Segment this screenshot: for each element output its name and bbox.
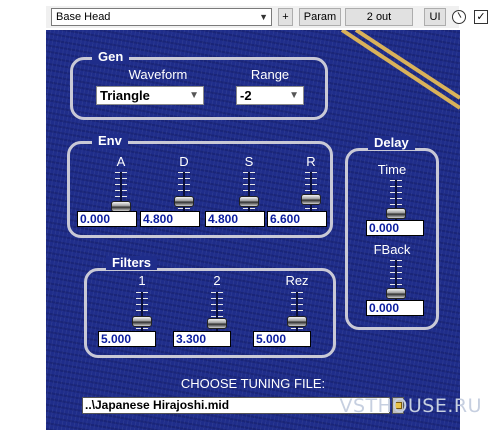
preset-select-value: Base Head (56, 11, 111, 23)
delay-time-slider[interactable] (385, 180, 407, 224)
filters-label-0: 1 (138, 273, 146, 288)
param-button[interactable]: Param (299, 8, 341, 26)
chevron-down-icon: ▼ (289, 90, 299, 101)
plugin-panel: Gen Waveform Triangle ▼ Range -2 ▼ Env D… (46, 30, 460, 430)
env-value-0[interactable]: 0.000 (77, 211, 137, 227)
filters-thumb-1[interactable] (207, 318, 227, 329)
env-slider-0[interactable] (110, 172, 132, 216)
ui-button[interactable]: UI (424, 8, 446, 26)
waveform-dropdown[interactable]: Triangle ▼ (96, 86, 204, 105)
delay-fback-slider[interactable] (385, 260, 407, 304)
delay-fback-value[interactable]: 0.000 (366, 300, 424, 316)
env-label-1: D (179, 154, 189, 169)
env-label-3: R (306, 154, 316, 169)
add-button[interactable]: + (278, 8, 293, 26)
env-label-2: S (244, 154, 254, 169)
env-slider-2[interactable] (238, 172, 260, 216)
gen-title: Gen (92, 50, 130, 64)
chevron-down-icon: ▼ (189, 90, 199, 101)
filters-slider-2[interactable] (286, 292, 308, 336)
filters-slider-0[interactable] (131, 292, 153, 336)
filters-title: Filters (106, 256, 158, 270)
range-dropdown-value: -2 (240, 88, 252, 103)
filters-value-1[interactable]: 3.300 (173, 331, 231, 347)
env-value-3[interactable]: 6.600 (267, 211, 327, 227)
env-slider-1[interactable] (173, 172, 195, 216)
tuning-file-label: CHOOSE TUNING FILE: (180, 376, 326, 391)
filters-label-1: 2 (213, 273, 221, 288)
env-thumb-2[interactable] (239, 196, 259, 207)
env-title: Env (92, 134, 128, 148)
env-thumb-3[interactable] (301, 194, 321, 205)
range-dropdown[interactable]: -2 ▼ (236, 86, 304, 105)
output-button[interactable]: 2 out (345, 8, 413, 26)
waveform-dropdown-value: Triangle (100, 88, 150, 103)
env-label-0: A (116, 154, 126, 169)
delay-time-label: Time (377, 162, 407, 177)
delay-time-thumb[interactable] (386, 208, 406, 219)
env-value-2[interactable]: 4.800 (205, 211, 265, 227)
delay-fback-label: FBack (373, 242, 411, 257)
waveform-label: Waveform (128, 67, 188, 82)
env-thumb-1[interactable] (174, 196, 194, 207)
env-slider-3[interactable] (300, 172, 322, 216)
delay-fback-thumb[interactable] (386, 288, 406, 299)
filters-value-0[interactable]: 5.000 (98, 331, 156, 347)
knob-icon[interactable] (452, 10, 466, 24)
range-label: Range (250, 67, 290, 82)
delay-time-value[interactable]: 0.000 (366, 220, 424, 236)
host-toolbar: Base Head ▼ + Param 2 out UI ✓ (46, 6, 488, 28)
enable-checkbox[interactable]: ✓ (474, 10, 488, 24)
preset-select[interactable]: Base Head ▼ (51, 8, 272, 26)
env-value-1[interactable]: 4.800 (140, 211, 200, 227)
delay-title: Delay (368, 136, 415, 150)
filters-value-2[interactable]: 5.000 (253, 331, 311, 347)
filters-slider-1[interactable] (206, 292, 228, 336)
chevron-down-icon: ▼ (259, 12, 268, 22)
filters-label-2: Rez (285, 273, 309, 288)
watermark-text: VSTHOUSE.RU (339, 395, 482, 417)
filters-thumb-2[interactable] (287, 316, 307, 327)
filters-thumb-0[interactable] (132, 316, 152, 327)
